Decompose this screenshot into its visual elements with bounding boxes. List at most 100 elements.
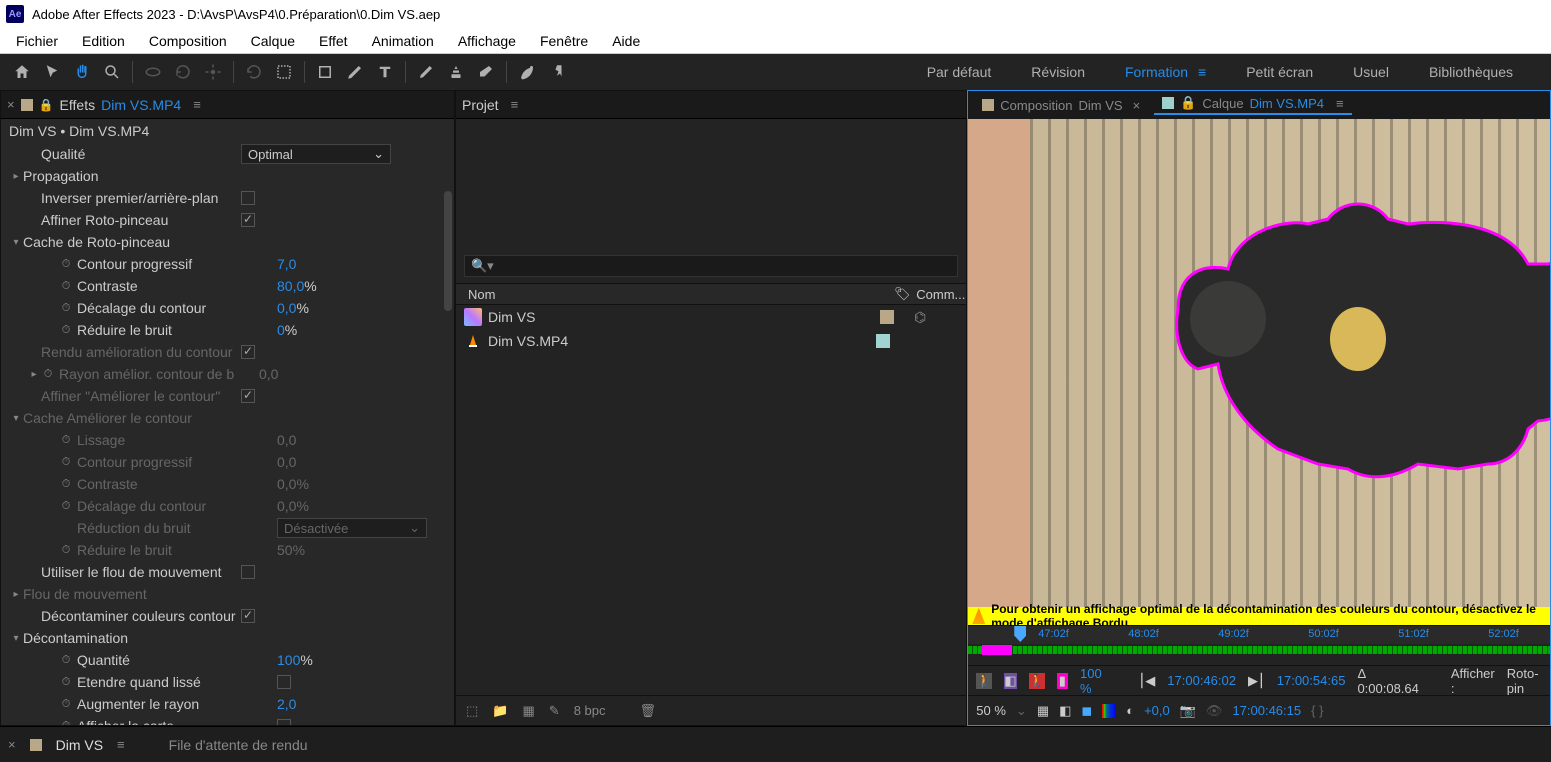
stopwatch-icon[interactable]: ⏱ xyxy=(59,301,73,315)
property-row[interactable]: Décontaminer couleurs contour xyxy=(1,605,454,627)
mask-icon[interactable]: ◼ xyxy=(1081,703,1092,719)
property-value[interactable]: 2,0 xyxy=(277,696,296,712)
lock-icon[interactable]: 🔒 xyxy=(39,98,54,112)
stopwatch-icon[interactable]: ⏱ xyxy=(59,675,73,689)
panel-menu-icon[interactable]: ≡ xyxy=(511,97,519,112)
eraser-tool-icon[interactable] xyxy=(472,58,500,86)
workspace-default[interactable]: Par défaut xyxy=(927,64,992,80)
render-queue-tab[interactable]: File d'attente de rendu xyxy=(169,737,308,753)
stopwatch-icon[interactable]: ⏱ xyxy=(59,279,73,293)
workspace-revision[interactable]: Révision xyxy=(1031,64,1085,80)
property-row[interactable]: Utiliser le flou de mouvement xyxy=(1,561,454,583)
property-row[interactable]: ▾Cache de Roto-pinceau xyxy=(1,231,454,253)
viewer-canvas[interactable]: Pour obtenir un affichage optimal de la … xyxy=(968,119,1550,625)
twirl-icon[interactable]: ▾ xyxy=(9,237,23,248)
home-icon[interactable] xyxy=(8,58,36,86)
workspace-menu-icon[interactable]: ≡ xyxy=(1198,64,1206,80)
viewer-tab-composition[interactable]: Composition Dim VS × xyxy=(974,98,1148,113)
property-row[interactable]: ⏱Augmenter le rayon2,0 xyxy=(1,693,454,715)
pen-tool-icon[interactable] xyxy=(341,58,369,86)
property-value[interactable]: 7,0 xyxy=(277,256,296,272)
panel-menu-icon[interactable]: ≡ xyxy=(193,97,201,112)
property-value[interactable]: 0,0 xyxy=(277,300,296,316)
property-row[interactable]: ⏱Contour progressif7,0 xyxy=(1,253,454,275)
checkbox[interactable] xyxy=(241,213,255,227)
view-mode-dropdown[interactable]: Roto-pin xyxy=(1507,666,1542,696)
property-row[interactable]: ▸Flou de mouvement xyxy=(1,583,454,605)
pan-behind-tool-icon[interactable] xyxy=(199,58,227,86)
puppet-tool-icon[interactable] xyxy=(543,58,571,86)
project-item[interactable]: Dim VS⌬ xyxy=(456,305,966,329)
property-value[interactable]: 0,0 xyxy=(277,432,296,448)
property-value[interactable]: 100 xyxy=(277,652,300,668)
menu-animation[interactable]: Animation xyxy=(360,29,446,53)
rgb-icon[interactable] xyxy=(1102,704,1116,718)
roto-icon[interactable]: 🚶 xyxy=(1029,673,1045,689)
interpret-footage-icon[interactable]: ⬚ xyxy=(466,703,478,719)
stopwatch-icon[interactable]: ⏱ xyxy=(59,455,73,469)
effects-tab-target[interactable]: Dim VS.MP4 xyxy=(101,97,181,113)
twirl-icon[interactable]: ▾ xyxy=(9,413,23,424)
viewer-tab-layer[interactable]: 🔒 Calque Dim VS.MP4 ≡ xyxy=(1154,95,1351,115)
stopwatch-icon[interactable]: ⏱ xyxy=(59,719,73,725)
panel-menu-icon[interactable]: ≡ xyxy=(117,737,125,752)
close-icon[interactable]: × xyxy=(7,97,15,112)
checkbox[interactable] xyxy=(277,675,291,689)
property-row[interactable]: ⏱Contraste0,0% xyxy=(1,473,454,495)
twirl-icon[interactable]: ▾ xyxy=(9,633,23,644)
property-value[interactable]: 50 xyxy=(277,542,293,558)
twirl-icon[interactable]: ▸ xyxy=(9,171,23,182)
dropdown[interactable]: Optimal⌄ xyxy=(241,144,391,164)
property-row[interactable]: ⏱Afficher la carte xyxy=(1,715,454,725)
rotate-tool-icon[interactable] xyxy=(169,58,197,86)
property-row[interactable]: QualitéOptimal⌄ xyxy=(1,143,454,165)
twirl-icon[interactable]: ▸ xyxy=(27,369,41,380)
stopwatch-icon[interactable]: ⏱ xyxy=(59,543,73,557)
property-row[interactable]: Rendu amélioration du contour xyxy=(1,341,454,363)
roto-icon[interactable]: ▮ xyxy=(1057,673,1068,689)
property-row[interactable]: ⏱Lissage0,0 xyxy=(1,429,454,451)
project-item[interactable]: Dim VS.MP4 xyxy=(456,329,966,353)
stopwatch-icon[interactable]: ⏱ xyxy=(41,367,55,381)
workspace-formation[interactable]: Formation xyxy=(1125,64,1188,80)
stopwatch-icon[interactable]: ⏱ xyxy=(59,499,73,513)
zoom-tool-icon[interactable] xyxy=(98,58,126,86)
menu-view[interactable]: Affichage xyxy=(446,29,528,53)
project-search-input[interactable]: 🔍▾ xyxy=(464,255,958,277)
bracket-icon[interactable]: { } xyxy=(1311,703,1323,718)
roto-icon[interactable]: ◧ xyxy=(1004,673,1016,689)
checkbox[interactable] xyxy=(241,345,255,359)
show-snapshot-icon[interactable]: 👁 xyxy=(1206,703,1223,719)
scrollbar[interactable] xyxy=(444,191,452,311)
lock-icon[interactable]: 🔒 xyxy=(1180,95,1196,111)
menu-effect[interactable]: Effet xyxy=(307,29,360,53)
panel-menu-icon[interactable]: ≡ xyxy=(1336,96,1344,111)
flowchart-icon[interactable]: ⌬ xyxy=(914,309,926,326)
property-row[interactable]: ⏱Décalage du contour0,0% xyxy=(1,495,454,517)
exposure-value[interactable]: +0,0 xyxy=(1144,703,1170,718)
brush-tool-icon[interactable] xyxy=(412,58,440,86)
property-row[interactable]: ⏱Réduire le bruit50% xyxy=(1,539,454,561)
property-value[interactable]: 0,0 xyxy=(277,454,296,470)
hand-tool-icon[interactable] xyxy=(68,58,96,86)
col-comment-header[interactable]: Comm... xyxy=(916,287,966,302)
undo-icon[interactable] xyxy=(240,58,268,86)
label-swatch[interactable] xyxy=(876,334,890,348)
property-row[interactable]: ▾Décontamination xyxy=(1,627,454,649)
zoom-level[interactable]: 50 % xyxy=(976,703,1006,718)
checkbox[interactable] xyxy=(241,191,255,205)
close-icon[interactable]: × xyxy=(1133,98,1141,113)
roto-icon[interactable]: 🚶 xyxy=(976,673,992,689)
menu-help[interactable]: Aide xyxy=(600,29,652,53)
property-row[interactable]: ⏱Quantité100% xyxy=(1,649,454,671)
stopwatch-icon[interactable]: ⏱ xyxy=(59,697,73,711)
stopwatch-icon[interactable]: ⏱ xyxy=(59,433,73,447)
property-value[interactable]: 0,0 xyxy=(277,498,296,514)
property-row[interactable]: ⏱Décalage du contour0,0% xyxy=(1,297,454,319)
effects-tab-label[interactable]: Effets xyxy=(60,97,96,113)
timecode-out[interactable]: 17:00:54:65 xyxy=(1277,673,1346,688)
stopwatch-icon[interactable]: ⏱ xyxy=(59,257,73,271)
current-timecode[interactable]: 17:00:46:15 xyxy=(1232,703,1301,718)
tag-icon[interactable]: 🏷 xyxy=(888,286,916,302)
menu-composition[interactable]: Composition xyxy=(137,29,239,53)
